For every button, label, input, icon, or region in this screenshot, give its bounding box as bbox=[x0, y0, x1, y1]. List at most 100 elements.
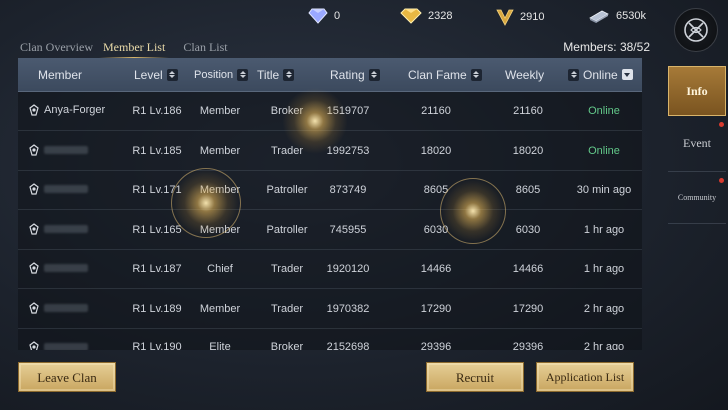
redacted-name bbox=[44, 264, 88, 272]
table-row[interactable]: R1 Lv.171 Member Patroller 873749 8605 8605 30… bbox=[18, 171, 642, 210]
clan-rank-emblem-icon bbox=[29, 104, 39, 116]
tab-clan-overview[interactable]: Clan Overview bbox=[20, 40, 93, 55]
application-list-button[interactable]: Application List bbox=[536, 362, 634, 392]
cell-level: R1 Lv.190 bbox=[132, 341, 182, 350]
cell-rating: 1970382 bbox=[326, 302, 370, 315]
leave-clan-button[interactable]: Leave Clan bbox=[18, 362, 116, 392]
member-name-cell bbox=[28, 143, 88, 156]
crossed-emblem-icon bbox=[684, 18, 708, 42]
cell-position: Elite bbox=[209, 341, 231, 350]
column-position[interactable]: Position bbox=[194, 68, 249, 81]
clan-rank-emblem-icon bbox=[29, 301, 39, 314]
gold-gem-resource[interactable]: 2328 bbox=[400, 8, 452, 24]
clan-rank-emblem-icon bbox=[29, 341, 39, 350]
cell-weekly: 18020 bbox=[512, 144, 544, 157]
cell-weekly: 29396 bbox=[512, 341, 544, 350]
cell-clan-fame: 6030 bbox=[423, 223, 449, 236]
cell-clan-fame: 8605 bbox=[423, 184, 449, 196]
cell-online: 1 hr ago bbox=[583, 263, 625, 275]
member-name-cell bbox=[28, 341, 88, 350]
member-name-cell bbox=[28, 222, 88, 235]
recruit-button[interactable]: Recruit bbox=[426, 362, 524, 392]
cell-online: Online bbox=[588, 144, 620, 157]
v-coin-icon bbox=[496, 9, 514, 26]
column-online-label: Online bbox=[583, 67, 618, 82]
redacted-name bbox=[44, 303, 88, 312]
sort-icon[interactable] bbox=[237, 68, 249, 81]
cell-position: Member bbox=[199, 105, 241, 117]
sidebar-item-label: Community bbox=[677, 193, 717, 202]
column-position-label: Position bbox=[194, 68, 234, 81]
sort-icon[interactable] bbox=[368, 68, 380, 81]
cell-rating: 1992753 bbox=[326, 144, 370, 157]
cell-level: R1 Lv.189 bbox=[132, 302, 182, 315]
table-row[interactable]: R1 Lv.165 Member Patroller 745955 6030 6030 1 … bbox=[18, 211, 642, 250]
right-sidebar: Info Event Community bbox=[668, 66, 728, 224]
clan-rank-emblem-icon bbox=[29, 143, 39, 156]
sidebar-item-event[interactable]: Event bbox=[668, 116, 726, 172]
cell-weekly: 17290 bbox=[512, 302, 544, 315]
table-row[interactable]: Anya-Forger R1 Lv.186 Member Broker 1519707 2… bbox=[18, 92, 642, 131]
cell-rating: 1519707 bbox=[326, 105, 370, 117]
cell-position: Member bbox=[199, 144, 241, 157]
v-coin-resource[interactable]: 2910 bbox=[496, 8, 544, 26]
column-member: Member bbox=[38, 68, 82, 82]
diamond-resource[interactable]: 0 bbox=[308, 8, 340, 24]
cell-online: Online bbox=[588, 105, 620, 117]
sort-icon[interactable] bbox=[568, 68, 579, 81]
member-table: Member Level Position Title Rating Clan … bbox=[18, 58, 642, 350]
column-title[interactable]: Title bbox=[257, 68, 295, 82]
clan-rank-emblem-icon bbox=[29, 183, 39, 195]
column-clan-fame-label: Clan Fame bbox=[408, 67, 467, 82]
sort-icon[interactable] bbox=[470, 68, 482, 81]
cell-online: 1 hr ago bbox=[583, 223, 625, 236]
redacted-name bbox=[44, 343, 88, 350]
table-row[interactable]: R1 Lv.187 Chief Trader 1920120 14466 14466 1 h… bbox=[18, 250, 642, 289]
cell-position: Member bbox=[199, 184, 241, 196]
redacted-name bbox=[44, 145, 88, 154]
cell-online: 2 hr ago bbox=[583, 302, 625, 315]
cell-rating: 2152698 bbox=[326, 341, 370, 350]
table-row[interactable]: R1 Lv.190 Elite Broker 2152698 29396 29396 2 h… bbox=[18, 329, 642, 350]
sort-icon[interactable] bbox=[283, 68, 295, 81]
cell-clan-fame: 17290 bbox=[420, 302, 452, 315]
column-weekly[interactable]: Weekly bbox=[505, 68, 544, 82]
cell-title: Patroller bbox=[266, 223, 308, 236]
silver-resource[interactable]: 6530k bbox=[588, 8, 646, 24]
cell-title: Trader bbox=[271, 144, 303, 157]
table-row[interactable]: R1 Lv.189 Member Trader 1970382 17290 17290 2 … bbox=[18, 290, 642, 329]
column-clan-fame[interactable]: Clan Fame bbox=[408, 68, 482, 82]
table-header: Member Level Position Title Rating Clan … bbox=[18, 58, 642, 92]
table-row[interactable]: R1 Lv.185 Member Trader 1992753 18020 18020 On… bbox=[18, 132, 642, 171]
tab-clan-list[interactable]: Clan List bbox=[183, 40, 227, 55]
clan-emblem-button[interactable] bbox=[674, 8, 718, 52]
resource-bar: 0 2328 2910 6530k bbox=[0, 0, 728, 36]
member-name-cell bbox=[28, 262, 88, 274]
cell-weekly: 21160 bbox=[513, 105, 543, 117]
column-online[interactable]: Online bbox=[568, 68, 633, 82]
column-rating[interactable]: Rating bbox=[330, 68, 380, 82]
clan-rank-emblem-icon bbox=[29, 222, 39, 235]
gold-gem-icon bbox=[400, 8, 422, 24]
dropdown-icon[interactable] bbox=[621, 69, 633, 80]
cell-level: R1 Lv.165 bbox=[132, 223, 182, 236]
cell-level: R1 Lv.171 bbox=[132, 184, 182, 196]
cell-title: Broker bbox=[270, 105, 304, 117]
sort-icon[interactable] bbox=[166, 68, 178, 81]
cell-weekly: 14466 bbox=[512, 263, 544, 275]
cell-rating: 873749 bbox=[329, 184, 367, 196]
cell-position: Member bbox=[199, 223, 241, 236]
column-level[interactable]: Level bbox=[134, 68, 178, 82]
clan-tabs: Clan Overview Member List Clan List bbox=[20, 40, 238, 59]
member-name: Anya-Forger bbox=[44, 104, 106, 116]
cell-weekly: 8605 bbox=[515, 184, 541, 196]
cell-rating: 1920120 bbox=[326, 263, 370, 275]
cell-weekly: 6030 bbox=[515, 223, 541, 236]
sidebar-item-info[interactable]: Info bbox=[668, 66, 726, 116]
members-count: Members: 38/52 bbox=[563, 40, 650, 54]
member-name-cell bbox=[28, 183, 88, 195]
cell-clan-fame: 18020 bbox=[420, 144, 452, 157]
tab-member-list[interactable]: Member List bbox=[98, 40, 170, 59]
silver-bar-icon bbox=[589, 10, 609, 23]
sidebar-item-community[interactable]: Community bbox=[668, 172, 726, 224]
